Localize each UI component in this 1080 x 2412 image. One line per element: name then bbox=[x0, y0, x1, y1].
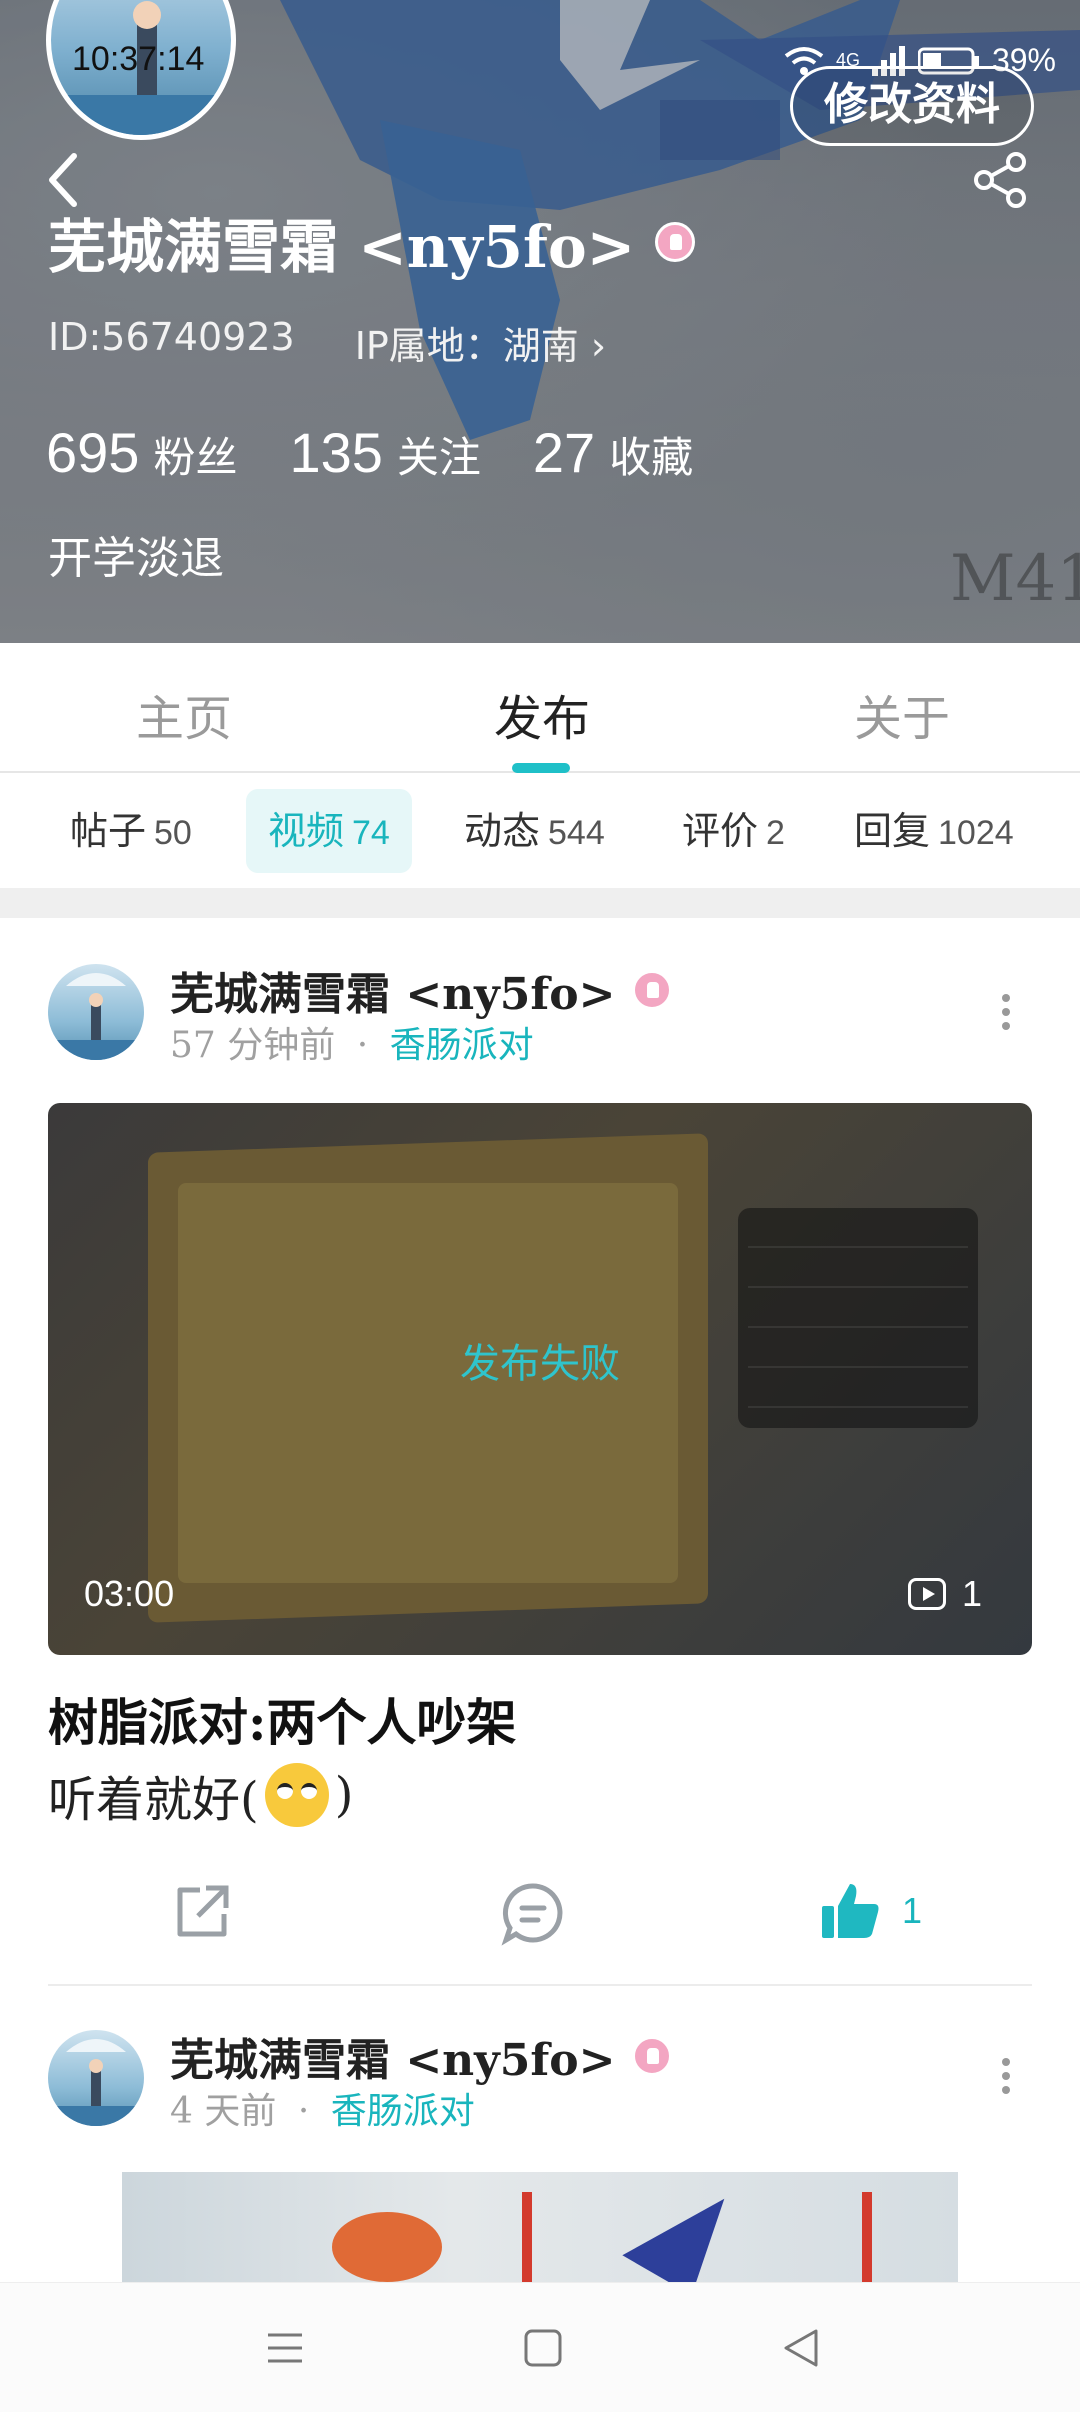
share-icon[interactable] bbox=[970, 150, 1030, 210]
post-author-name: 芜城满雪霜 <ny5fo> bbox=[170, 2035, 616, 2086]
subtab-count: 2 bbox=[766, 814, 785, 852]
stat-label: 粉丝 bbox=[153, 433, 238, 482]
post-body[interactable]: 听着就好( ) bbox=[48, 1760, 353, 1830]
avatar-illustration bbox=[48, 973, 144, 1060]
section-divider bbox=[0, 888, 1080, 918]
subtab-videos[interactable]: 视频 74 bbox=[246, 789, 412, 873]
ip-location-link[interactable]: IP属地：湖南 › bbox=[355, 315, 606, 370]
more-vertical-icon[interactable] bbox=[996, 2052, 1016, 2102]
active-tab-indicator bbox=[512, 763, 570, 773]
comment-icon bbox=[501, 1883, 563, 1946]
thumbs-up-icon bbox=[822, 1884, 879, 1938]
tab-about[interactable]: 关于 bbox=[854, 679, 950, 749]
post-time: 4 天前 bbox=[170, 2091, 277, 2132]
menu-icon[interactable] bbox=[262, 2325, 308, 2371]
system-nav-bar bbox=[0, 2282, 1080, 2412]
user-badge-icon bbox=[631, 2036, 672, 2076]
video-thumbnail[interactable]: 发布失败 03:00 1 bbox=[48, 1103, 1032, 1655]
share-out-button[interactable] bbox=[170, 1880, 234, 1944]
post-title[interactable]: 树脂派对:两个人吵架 bbox=[48, 1683, 516, 1755]
stat-following[interactable]: 135 关注 bbox=[289, 420, 480, 485]
subtab-count: 544 bbox=[548, 814, 605, 852]
edit-profile-button[interactable]: 修改资料 bbox=[790, 66, 1034, 146]
meta-separator: · bbox=[356, 1025, 369, 1066]
video-count: 1 bbox=[908, 1573, 982, 1615]
subtab-moments[interactable]: 动态 544 bbox=[442, 789, 627, 873]
stat-value: 27 bbox=[532, 421, 596, 484]
status-time: 10:37:14 bbox=[72, 40, 205, 78]
stat-value: 695 bbox=[46, 421, 140, 484]
home-icon[interactable] bbox=[520, 2325, 566, 2371]
subtab-reviews[interactable]: 评价 2 bbox=[660, 789, 807, 873]
avatar-illustration bbox=[48, 2039, 144, 2126]
post-meta: 4 天前 · 香肠派对 bbox=[170, 2082, 475, 2134]
subtab-replies[interactable]: 回复 1024 bbox=[832, 789, 1036, 873]
sub-tab-bar: 帖子 50 视频 74 动态 544 评价 2 回复 1024 bbox=[0, 775, 1080, 887]
subtab-label: 回复 bbox=[854, 809, 931, 853]
stat-value: 135 bbox=[289, 421, 383, 484]
share-out-icon bbox=[177, 1885, 229, 1937]
video-duration: 03:00 bbox=[84, 1573, 175, 1614]
post-author-avatar[interactable] bbox=[48, 2030, 144, 2126]
post-divider bbox=[48, 1984, 1032, 1986]
back-triangle-icon[interactable] bbox=[778, 2325, 824, 2371]
stat-fans[interactable]: 695 粉丝 bbox=[46, 420, 237, 485]
post-topic[interactable]: 香肠派对 bbox=[390, 1025, 534, 1066]
subtab-count: 50 bbox=[154, 814, 192, 852]
post-author-name: 芜城满雪霜 <ny5fo> bbox=[170, 969, 616, 1020]
comment-button[interactable] bbox=[500, 1880, 566, 1946]
profile-stats: 695 粉丝 135 关注 27 收藏 bbox=[46, 420, 693, 485]
tab-publish[interactable]: 发布 bbox=[494, 679, 590, 749]
user-badge-icon bbox=[631, 970, 672, 1010]
profile-header: M41 10:37:14 4G 39% 修改资料 芜城满雪霜 <ny5fo> I… bbox=[0, 0, 1080, 643]
stat-label: 收藏 bbox=[609, 433, 694, 482]
video-count-value: 1 bbox=[962, 1573, 983, 1614]
more-vertical-icon[interactable] bbox=[996, 988, 1016, 1038]
post-actions: 1 bbox=[0, 1858, 1080, 1988]
post-body-text: 听着就好( bbox=[48, 1772, 259, 1828]
tab-home[interactable]: 主页 bbox=[136, 679, 232, 749]
like-count: 1 bbox=[902, 1890, 923, 1931]
subtab-posts[interactable]: 帖子 50 bbox=[48, 789, 214, 873]
post-time: 57 分钟前 bbox=[170, 1025, 336, 1066]
post-meta: 57 分钟前 · 香肠派对 bbox=[170, 1016, 534, 1068]
profile-bio: 开学淡退 bbox=[48, 533, 224, 584]
post-body-text-end: ) bbox=[334, 1767, 354, 1823]
user-id: ID:56740923 bbox=[48, 315, 295, 359]
subtab-label: 动态 bbox=[464, 809, 541, 853]
thumbnail-figure bbox=[332, 2212, 442, 2282]
post-author-avatar[interactable] bbox=[48, 964, 144, 1060]
post-author[interactable]: 芜城满雪霜 <ny5fo> bbox=[170, 958, 672, 1022]
stat-favorites[interactable]: 27 收藏 bbox=[533, 420, 693, 485]
username-text: 芜城满雪霜 <ny5fo> bbox=[48, 213, 636, 281]
post-author[interactable]: 芜城满雪霜 <ny5fo> bbox=[170, 2024, 672, 2088]
meta-separator: · bbox=[297, 2091, 310, 2132]
post-image-thumbnail[interactable] bbox=[48, 2172, 1032, 2282]
subtab-count: 74 bbox=[352, 814, 390, 852]
user-badge-icon bbox=[655, 222, 696, 262]
subtab-label: 视频 bbox=[268, 809, 345, 853]
thumbnail-image bbox=[122, 2172, 958, 2282]
id-line: ID:56740923 IP属地：湖南 › bbox=[48, 315, 606, 370]
subtab-count: 1024 bbox=[938, 814, 1014, 852]
eye-roll-emoji-icon bbox=[264, 1763, 329, 1827]
profile-username: 芜城满雪霜 <ny5fo> bbox=[48, 200, 696, 284]
main-tab-bar: 主页 发布 关于 bbox=[0, 643, 1080, 773]
video-play-icon bbox=[908, 1578, 946, 1610]
subtab-label: 评价 bbox=[682, 809, 759, 853]
publish-failed-status: 发布失败 bbox=[460, 1341, 620, 1387]
video-frame-menu bbox=[738, 1208, 978, 1428]
like-button[interactable]: 1 bbox=[820, 1880, 922, 1942]
post-topic[interactable]: 香肠派对 bbox=[331, 2091, 475, 2132]
stat-label: 关注 bbox=[396, 433, 481, 482]
subtab-label: 帖子 bbox=[70, 809, 147, 853]
